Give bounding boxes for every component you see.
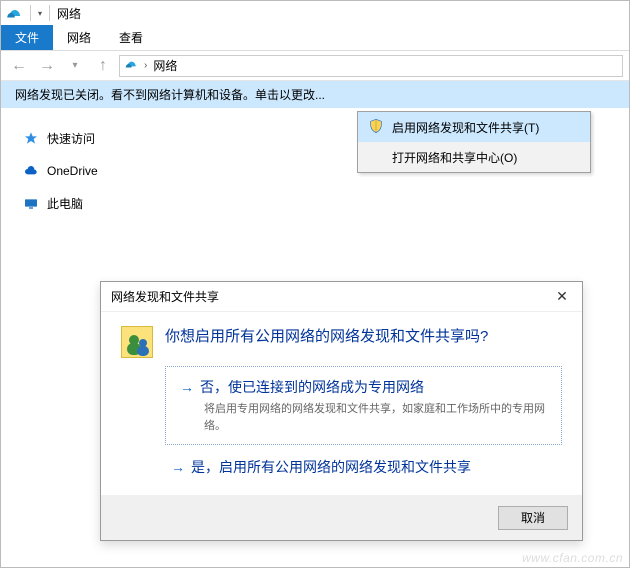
cancel-button[interactable]: 取消 [498, 506, 568, 530]
star-icon [23, 131, 39, 147]
dialog-question: 你想启用所有公用网络的网络发现和文件共享吗? [165, 326, 488, 358]
ribbon: 文件 网络 查看 [1, 25, 629, 51]
context-menu: 启用网络发现和文件共享(T) 打开网络和共享中心(O) [357, 111, 591, 173]
address-bar[interactable]: › 网络 [119, 55, 623, 77]
dialog-titlebar: 网络发现和文件共享 ✕ [101, 282, 582, 312]
recent-chevron-icon[interactable]: ▾ [63, 54, 87, 78]
option-title: 否，使已连接到的网络成为专用网络 [200, 377, 424, 397]
dialog-body: 你想启用所有公用网络的网络发现和文件共享吗? [101, 312, 582, 366]
tab-view[interactable]: 查看 [105, 25, 157, 50]
sidebar-item-quick-access[interactable]: 快速访问 [23, 122, 171, 155]
info-bar[interactable]: 网络发现已关闭。看不到网络计算机和设备。单击以更改... [1, 81, 629, 108]
forward-button[interactable]: → [35, 54, 59, 78]
option-subtitle: 将启用专用网络的网络发现和文件共享，如家庭和工作场所中的专用网络。 [204, 401, 547, 434]
up-button[interactable]: ↑ [91, 54, 115, 78]
close-button[interactable]: ✕ [552, 288, 572, 305]
titlebar: ▾ 网络 [1, 1, 629, 25]
dialog-footer: 取消 [101, 495, 582, 540]
users-icon [121, 326, 153, 358]
network-icon [5, 4, 23, 22]
menu-item-enable-discovery[interactable]: 启用网络发现和文件共享(T) [358, 112, 590, 142]
pc-icon [23, 196, 39, 212]
dialog-options: → 否，使已连接到的网络成为专用网络 将启用专用网络的网络发现和文件共享，如家庭… [101, 366, 582, 479]
info-bar-text: 网络发现已关闭。看不到网络计算机和设备。单击以更改... [15, 86, 325, 103]
nav-pane: 快速访问 OneDrive 此电脑 [1, 108, 171, 220]
sidebar-item-label: 快速访问 [47, 130, 95, 147]
arrow-right-icon: → [180, 379, 194, 395]
option-yes-public[interactable]: → 是，启用所有公用网络的网络发现和文件共享 [165, 455, 562, 479]
tab-file[interactable]: 文件 [1, 25, 53, 50]
network-icon [124, 57, 138, 74]
breadcrumb[interactable]: 网络 [153, 57, 177, 74]
dialog-title: 网络发现和文件共享 [111, 288, 219, 305]
nav-row: ← → ▾ ↑ › 网络 [1, 51, 629, 81]
sidebar-item-label: OneDrive [47, 164, 98, 178]
window-title: 网络 [57, 5, 81, 22]
watermark: www.cfan.com.cn [522, 551, 623, 565]
menu-item-open-sharing-center[interactable]: 打开网络和共享中心(O) [358, 142, 590, 172]
option-no-private[interactable]: → 否，使已连接到的网络成为专用网络 将启用专用网络的网络发现和文件共享，如家庭… [165, 366, 562, 445]
explorer-window: ▾ 网络 文件 网络 查看 ← → ▾ ↑ › 网络 网络发现已关闭。看不到网络… [0, 0, 630, 568]
menu-item-label: 启用网络发现和文件共享(T) [392, 119, 539, 136]
sidebar-item-this-pc[interactable]: 此电脑 [23, 187, 171, 220]
cloud-icon [23, 163, 39, 179]
menu-item-label: 打开网络和共享中心(O) [392, 149, 517, 166]
separator [49, 5, 50, 21]
separator [30, 5, 31, 21]
sidebar-item-onedrive[interactable]: OneDrive [23, 155, 171, 187]
tab-network[interactable]: 网络 [53, 25, 105, 50]
sidebar-item-label: 此电脑 [47, 195, 83, 212]
chevron-right-icon: › [144, 60, 147, 71]
arrow-right-icon: → [171, 459, 185, 475]
qat-chevron-icon[interactable]: ▾ [38, 9, 42, 18]
option-title: 是，启用所有公用网络的网络发现和文件共享 [191, 457, 471, 477]
network-discovery-dialog: 网络发现和文件共享 ✕ 你想启用所有公用网络的网络发现和文件共享吗? → 否，使… [100, 281, 583, 541]
back-button[interactable]: ← [7, 54, 31, 78]
shield-icon [368, 118, 384, 137]
